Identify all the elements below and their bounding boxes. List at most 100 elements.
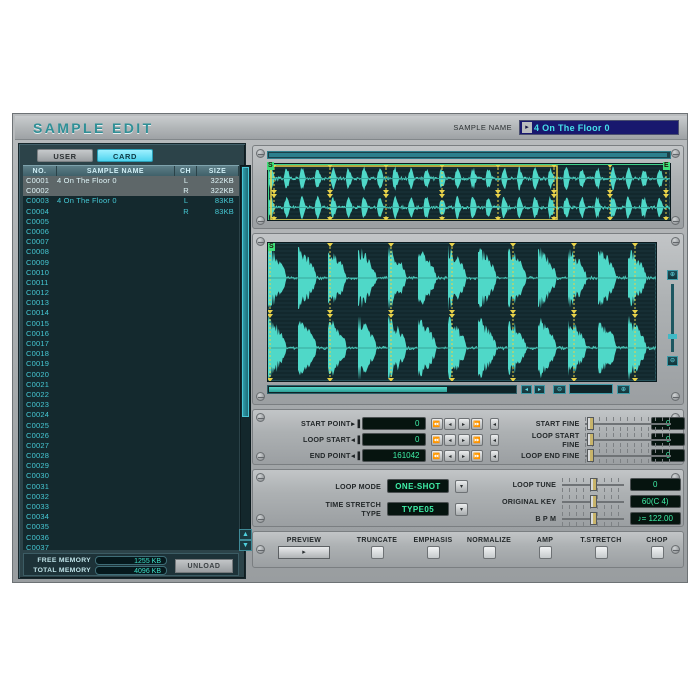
table-row[interactable]: C0032 [23,492,239,502]
scroll-down-button[interactable]: ▼ [239,540,252,551]
table-row[interactable]: C0024 [23,410,239,420]
table-row[interactable]: C0017 [23,339,239,349]
action-checkbox[interactable] [538,546,552,559]
nudge-button-3[interactable]: ⏩ [471,449,483,462]
table-row[interactable]: C0019 [23,359,239,369]
table-row[interactable]: C0005 [23,217,239,227]
tune-slider[interactable] [562,478,625,492]
nudge-button-1[interactable]: ◂ [444,449,456,462]
zoom-slider[interactable] [569,384,613,394]
audition-button[interactable]: ◂ [490,449,499,462]
loop-mode-value[interactable]: ONE-SHOT [387,479,449,493]
action-button[interactable]: CHOP [631,537,683,559]
nudge-button-0[interactable]: ⏪ [430,449,443,462]
param-value[interactable]: 161042 [362,449,426,462]
loop-mode-dropdown-icon[interactable]: ▾ [455,479,468,493]
zoom-out-button[interactable]: ⊖ [553,385,566,394]
table-row[interactable]: C0025 [23,421,239,431]
nudge-button-0[interactable]: ⏪ [430,433,443,446]
table-row[interactable]: C0035 [23,522,239,532]
table-row[interactable]: C0006 [23,227,239,237]
table-row[interactable]: C0033 [23,502,239,512]
action-button[interactable]: TRUNCATE [351,537,403,559]
nudge-button-2[interactable]: ▸ [457,449,470,462]
param-value[interactable]: 0 [362,433,426,446]
table-row[interactable]: C0023 [23,400,239,410]
fine-slider[interactable] [585,433,672,447]
table-row[interactable]: C0012 [23,288,239,298]
play-icon[interactable]: ▸ [278,546,330,559]
waveform-overview-display[interactable] [267,163,671,221]
tune-value[interactable]: ♪= 122.00 [629,512,681,525]
table-row[interactable]: C0004 R 83KB [23,207,239,217]
table-row[interactable]: C0008 [23,247,239,257]
vzoom-in-button[interactable]: ⊕ [667,270,678,280]
action-button[interactable]: T.STRETCH [575,537,627,559]
sample-list[interactable]: C0001 4 On The Floor 0 L 322KB C0002 R 322KB C0… [23,176,239,550]
table-row[interactable]: C0018 [23,349,239,359]
table-row[interactable]: C0009 [23,258,239,268]
time-stretch-value[interactable]: TYPE05 [387,502,449,516]
action-button[interactable]: EMPHASIS [407,537,459,559]
zoom-in-button[interactable]: ⊕ [617,385,630,394]
audition-button[interactable]: ◂ [490,417,499,430]
table-row[interactable]: C0016 [23,329,239,339]
table-row[interactable]: C0036 [23,533,239,543]
table-row[interactable]: C0010 [23,268,239,278]
nudge-button-1[interactable]: ◂ [444,417,456,430]
vertical-zoom-control[interactable]: ⊕ ⊖ [666,270,679,366]
tune-value[interactable]: 0 [629,478,681,491]
preview-button[interactable]: PREVIEW ▸ [271,537,337,559]
sample-name-field[interactable]: ▸ 4 On The Floor 0 [519,120,679,135]
nudge-button-2[interactable]: ▸ [457,433,470,446]
action-checkbox[interactable] [594,546,608,559]
overview-end-marker[interactable]: E [663,162,670,170]
table-row[interactable]: C0013 [23,298,239,308]
table-row[interactable]: C0034 [23,512,239,522]
main-start-marker[interactable]: S [268,243,275,251]
fine-slider[interactable] [585,449,672,463]
tab-card[interactable]: CARD [97,149,153,162]
table-row[interactable]: C0011 [23,278,239,288]
vzoom-out-button[interactable]: ⊖ [667,356,678,366]
audition-button[interactable]: ◂ [490,433,499,446]
table-row[interactable]: C0020 [23,370,239,380]
action-checkbox[interactable] [482,546,496,559]
nudge-button-3[interactable]: ⏩ [471,433,483,446]
overview-start-marker[interactable]: S [267,162,274,170]
nudge-button-2[interactable]: ▸ [457,417,470,430]
param-value[interactable]: 0 [362,417,426,430]
table-row[interactable]: C0021 [23,380,239,390]
action-button[interactable]: NORMALIZE [463,537,515,559]
scroll-left-button[interactable]: ◂ [521,385,532,394]
table-row[interactable]: C0029 [23,461,239,471]
time-stretch-dropdown-icon[interactable]: ▾ [455,502,468,516]
unload-button[interactable]: UNLOAD [175,559,233,573]
scroll-right-button[interactable]: ▸ [534,385,545,394]
scroll-up-button[interactable]: ▲ [239,529,252,540]
overview-range-bar[interactable] [267,151,671,159]
table-row[interactable]: C0001 4 On The Floor 0 L 322KB [23,176,239,187]
list-scrollbar-thumb[interactable] [242,167,249,417]
nudge-button-1[interactable]: ◂ [444,433,456,446]
table-row[interactable]: C0003 4 On The Floor 0 L 83KB [23,196,239,206]
action-checkbox[interactable] [650,546,664,559]
table-row[interactable]: C0007 [23,237,239,247]
table-row[interactable]: C0028 [23,451,239,461]
tune-value[interactable]: 60(C 4) [629,495,681,508]
list-scrollbar[interactable] [240,165,251,550]
table-row[interactable]: C0015 [23,319,239,329]
table-row[interactable]: C0031 [23,482,239,492]
table-row[interactable]: C0037 [23,543,239,550]
table-row[interactable]: C0027 [23,441,239,451]
nudge-button-3[interactable]: ⏩ [471,417,483,430]
waveform-hscrollbar[interactable] [267,385,517,394]
fine-slider[interactable] [585,417,672,431]
table-row[interactable]: C0022 [23,390,239,400]
nudge-button-0[interactable]: ⏪ [430,417,443,430]
action-checkbox[interactable] [426,546,440,559]
action-button[interactable]: AMP [519,537,571,559]
vzoom-handle[interactable] [668,334,677,339]
tune-slider[interactable] [562,495,625,509]
tab-user[interactable]: USER [37,149,93,162]
